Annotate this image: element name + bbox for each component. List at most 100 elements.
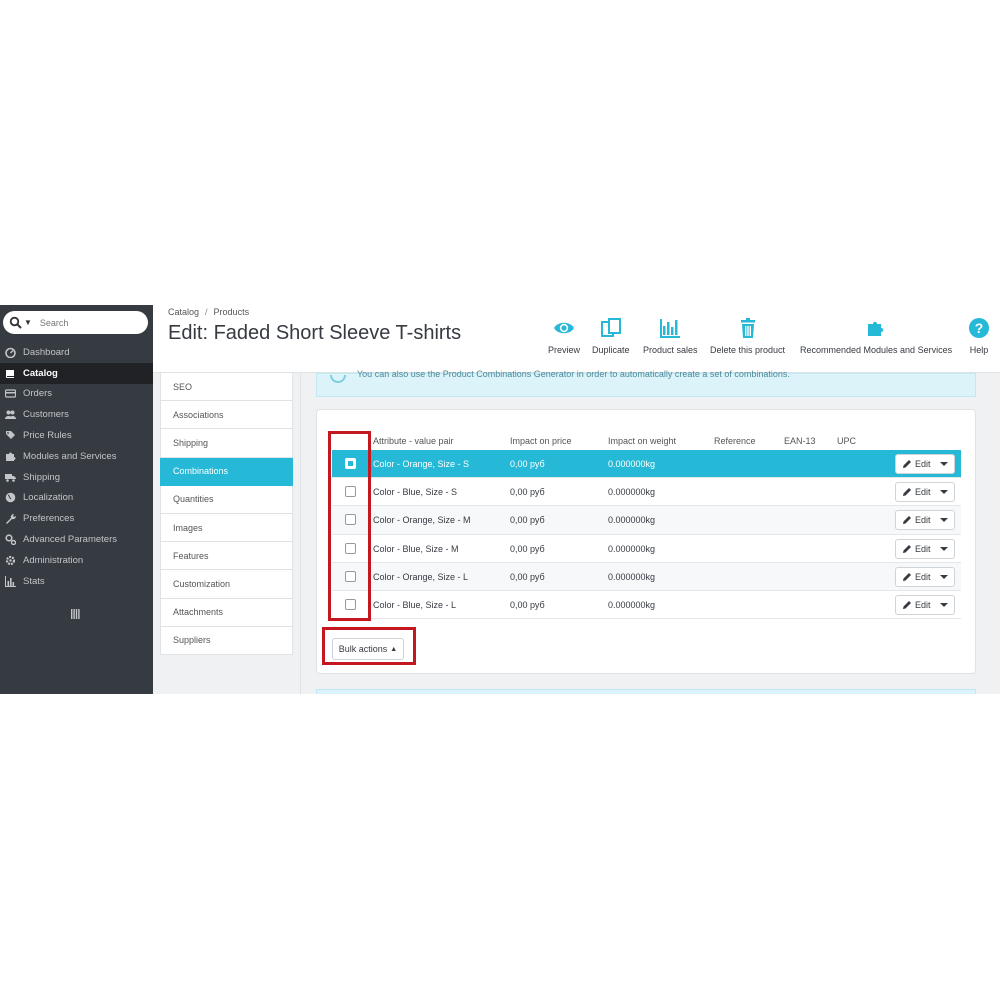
search-input[interactable] [39, 317, 135, 328]
tab-shipping[interactable]: Shipping [160, 429, 293, 458]
trash-icon [740, 318, 755, 338]
sidebar-item-label: Modules and Services [23, 450, 117, 462]
sidebar-item-label: Dashboard [23, 346, 70, 358]
table-row[interactable]: Color - Blue, Size - M 0,00 руб 0.000000kg… [332, 535, 961, 563]
sidebar-item-label: Stats [23, 575, 45, 587]
search-dropdown-caret-icon[interactable]: ▼ [24, 318, 32, 327]
sidebar-item-shipping[interactable]: Shipping [0, 467, 153, 488]
sidebar-item-catalog[interactable]: Catalog [0, 362, 153, 384]
sidebar: ▼ Dashboard Catalog Orders Customers Price R… [0, 305, 153, 694]
cell-impact-weight: 0.000000kg [608, 543, 656, 554]
caret-down-icon[interactable] [940, 460, 948, 468]
divider [300, 373, 301, 694]
product-tabs: SEO Associations Shipping Combinations Quant… [160, 373, 293, 655]
tab-associations[interactable]: Associations [160, 401, 293, 430]
cogs-icon [5, 534, 16, 546]
sidebar-item-orders[interactable]: Orders [0, 384, 153, 405]
globe-icon [5, 493, 16, 503]
caret-down-icon[interactable] [940, 545, 948, 553]
dashboard-icon [5, 347, 16, 358]
edit-button[interactable]: Edit [895, 538, 955, 559]
table-row[interactable]: Color - Blue, Size - S 0,00 руб 0.000000kg… [332, 478, 961, 507]
credit-card-icon [5, 389, 16, 399]
header-upc: UPC [837, 436, 857, 446]
duplicate-button[interactable]: Duplicate [592, 317, 630, 355]
tab-suppliers[interactable]: Suppliers [160, 626, 293, 655]
sidebar-item-advanced-parameters[interactable]: Advanced Parameters [0, 529, 153, 550]
caret-down-icon[interactable] [940, 488, 948, 496]
caret-down-icon[interactable] [940, 601, 948, 609]
table-row[interactable]: Color - Orange, Size - L 0,00 руб 0.000000… [332, 562, 961, 591]
sidebar-item-stats[interactable]: Stats [0, 571, 153, 592]
edit-label: Edit [915, 543, 931, 554]
sidebar-item-localization[interactable]: Localization [0, 488, 153, 509]
edit-button[interactable]: Edit [895, 482, 955, 503]
sidebar-item-dashboard[interactable]: Dashboard [0, 342, 153, 363]
puzzle-icon [6, 452, 16, 461]
edit-label: Edit [915, 600, 931, 610]
tab-quantities[interactable]: Quantities [160, 485, 293, 514]
page-header: Catalog / Products Edit: Faded Short Sleev… [153, 305, 1000, 373]
cell-attribute: Color - Blue, Size - M [373, 543, 459, 554]
edit-button[interactable]: Edit [895, 510, 955, 531]
preview-button[interactable]: Preview [548, 317, 580, 355]
help-button[interactable]: ? Help [968, 317, 990, 355]
edit-button[interactable]: Edit [895, 595, 955, 615]
table-row[interactable]: Color - Orange, Size - S 0,00 руб 0.000000… [332, 450, 961, 479]
sidebar-item-modules-and-services[interactable]: Modules and Services [0, 446, 153, 467]
sidebar-item-customers[interactable]: Customers [0, 404, 153, 425]
sidebar-item-label: Orders [23, 388, 53, 400]
svg-text:?: ? [975, 320, 984, 336]
tab-attachments[interactable]: Attachments [160, 598, 293, 627]
bar-chart-icon [5, 575, 16, 587]
cell-impact-weight: 0.000000kg [608, 571, 656, 582]
cell-attribute: Color - Orange, Size - M [373, 515, 471, 526]
tab-combinations[interactable]: Combinations [160, 457, 293, 486]
delete-product-button[interactable]: Delete this product [710, 317, 785, 355]
tab-images[interactable]: Images [160, 513, 293, 543]
pencil-icon [903, 544, 911, 553]
table-row[interactable]: Color - Blue, Size - L 0,00 руб 0.000000kg… [332, 591, 961, 620]
sidebar-item-label: Administration [23, 554, 84, 566]
table-row[interactable]: Color - Orange, Size - M 0,00 руб 0.000000… [332, 506, 961, 535]
sidebar-item-price-rules[interactable]: Price Rules [0, 425, 153, 446]
recommended-modules-button[interactable]: Recommended Modules and Services [800, 317, 952, 355]
cell-attribute: Color - Orange, Size - L [373, 571, 469, 582]
search-icon[interactable] [9, 316, 23, 330]
sidebar-item-label: Preferences [23, 513, 75, 525]
sidebar-item-label: Advanced Parameters [23, 534, 117, 546]
cell-impact-weight: 0.000000kg [608, 600, 656, 610]
preview-label: Preview [548, 345, 581, 355]
caret-down-icon[interactable] [940, 516, 948, 524]
breadcrumb-separator: / [205, 307, 208, 317]
sidebar-item-label: Shipping [23, 471, 60, 483]
header-impact-price: Impact on price [510, 436, 572, 446]
tab-customization[interactable]: Customization [160, 570, 293, 599]
page-title: Edit: Faded Short Sleeve T-shirts [168, 322, 462, 344]
edit-button[interactable]: Edit [895, 454, 955, 474]
info-icon [330, 375, 346, 383]
next-panel [316, 689, 976, 694]
product-sales-label: Product sales [643, 345, 698, 355]
product-sales-button[interactable]: Product sales [643, 317, 698, 355]
tab-seo[interactable]: SEO [160, 373, 293, 402]
recommended-modules-label: Recommended Modules and Services [800, 345, 953, 355]
sidebar-item-administration[interactable]: Administration [0, 550, 153, 571]
cell-attribute: Color - Orange, Size - S [373, 459, 470, 469]
book-icon [6, 369, 14, 378]
collapse-menu-icon[interactable] [70, 609, 80, 619]
cell-impact-weight: 0.000000kg [608, 515, 656, 526]
header-ean13: EAN-13 [784, 436, 816, 446]
cell-impact-price: 0,00 руб [510, 600, 545, 610]
tab-features[interactable]: Features [160, 542, 293, 571]
sidebar-item-preferences[interactable]: Preferences [0, 508, 153, 529]
pencil-icon [903, 488, 911, 497]
edit-button[interactable]: Edit [895, 566, 955, 587]
breadcrumb-catalog[interactable]: Catalog [168, 307, 199, 317]
search-box[interactable]: ▼ [3, 311, 148, 334]
breadcrumb-products[interactable]: Products [214, 307, 250, 317]
cell-attribute: Color - Blue, Size - S [373, 487, 458, 498]
pencil-icon [903, 516, 911, 525]
caret-down-icon[interactable] [940, 573, 948, 581]
sidebar-item-label: Customers [23, 409, 69, 421]
